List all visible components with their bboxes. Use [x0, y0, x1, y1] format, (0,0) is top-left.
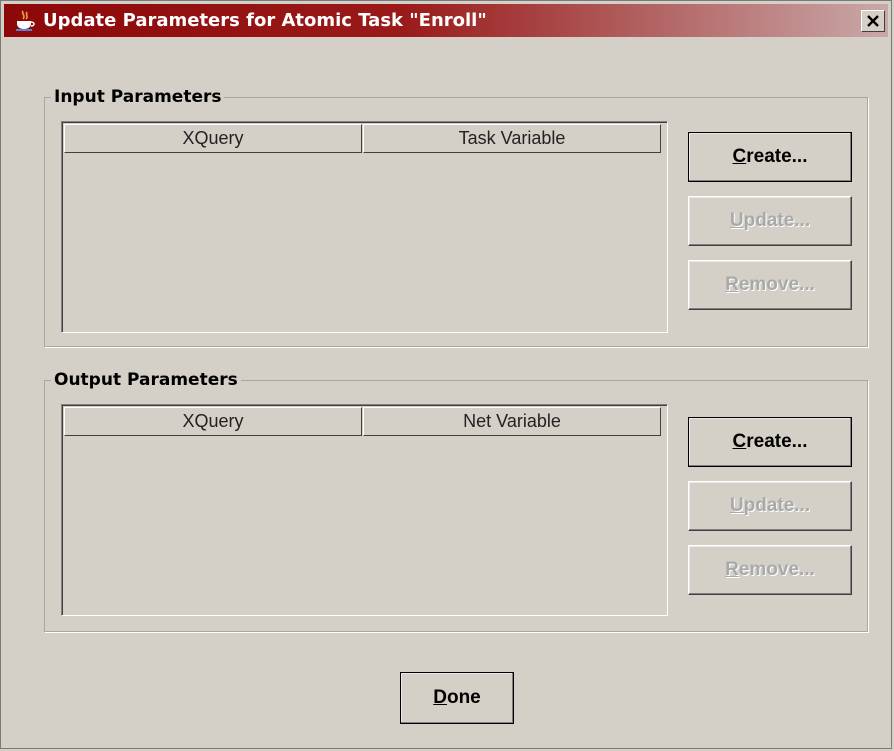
done-mnemonic: D: [433, 687, 447, 708]
output-update-button[interactable]: Update...: [688, 481, 852, 531]
output-update-mnemonic: U: [729, 495, 744, 516]
input-update-button[interactable]: Update...: [688, 196, 852, 246]
output-remove-mnemonic: R: [725, 559, 739, 580]
input-remove-label: emove...: [738, 274, 815, 295]
input-update-label: pdate...: [743, 210, 811, 231]
output-column-xquery[interactable]: XQuery: [64, 407, 362, 436]
input-column-xquery[interactable]: XQuery: [64, 124, 362, 153]
java-coffee-cup-icon: [16, 10, 35, 31]
input-remove-button[interactable]: Remove...: [688, 260, 852, 310]
input-column-task-variable[interactable]: Task Variable: [363, 124, 661, 153]
output-remove-button[interactable]: Remove...: [688, 545, 852, 595]
output-remove-label: emove...: [738, 559, 815, 580]
title-bar[interactable]: Update Parameters for Atomic Task "Enrol…: [4, 4, 888, 37]
close-icon: [867, 15, 879, 27]
input-remove-mnemonic: R: [725, 274, 739, 295]
input-update-mnemonic: U: [729, 210, 744, 231]
update-parameters-dialog: Update Parameters for Atomic Task "Enrol…: [0, 0, 892, 749]
done-label: one: [446, 687, 481, 708]
output-create-mnemonic: C: [732, 431, 747, 452]
done-button[interactable]: Done: [400, 672, 514, 724]
output-parameters-table[interactable]: XQuery Net Variable: [61, 404, 668, 616]
input-parameters-legend: Input Parameters: [54, 87, 222, 107]
input-create-button[interactable]: Create...: [688, 132, 852, 182]
output-parameters-legend: Output Parameters: [54, 370, 238, 390]
window-title: Update Parameters for Atomic Task "Enrol…: [43, 10, 487, 31]
input-parameters-table[interactable]: XQuery Task Variable: [61, 121, 668, 333]
output-update-label: pdate...: [743, 495, 811, 516]
close-button[interactable]: [861, 10, 885, 32]
output-create-label: reate...: [746, 431, 808, 452]
output-column-net-variable[interactable]: Net Variable: [363, 407, 661, 436]
input-create-label: reate...: [746, 146, 808, 167]
output-create-button[interactable]: Create...: [688, 417, 852, 467]
input-create-mnemonic: C: [732, 146, 747, 167]
